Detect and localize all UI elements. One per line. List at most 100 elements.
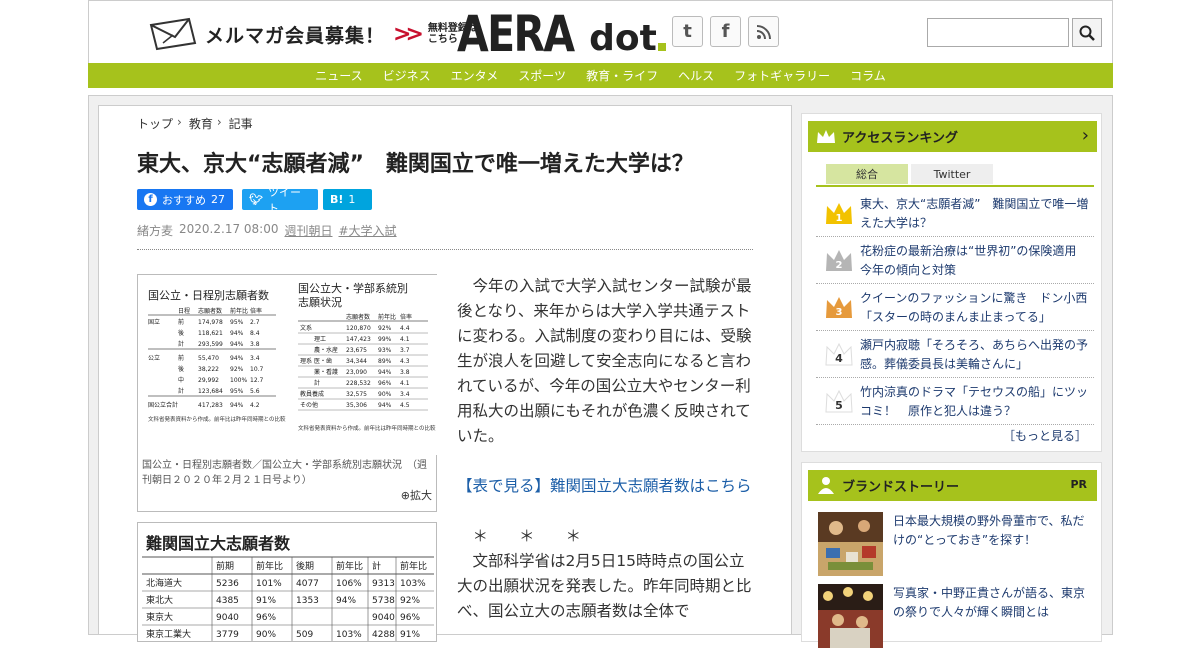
table-cell: 23,675 bbox=[346, 347, 367, 354]
search-input[interactable] bbox=[927, 18, 1069, 47]
figure-1-caption: 国公立・日程別志願者数／国公立大・学部系統別志願状況 （週刊朝日２０２０年２月２… bbox=[142, 460, 427, 486]
article-container: トップ › 教育 › 記事 東大、京大“志願者減” 難関国立で唯一増えた大学は？ f… bbox=[98, 105, 792, 642]
search-button[interactable] bbox=[1072, 18, 1102, 47]
ranking-item[interactable]: 3 クイーンのファッションに驚き ドン小西「スターの時のまんま止まってる」 bbox=[816, 284, 1094, 331]
nav-photo-gallery[interactable]: フォトギャラリー bbox=[724, 67, 840, 84]
table-cell: 5.6 bbox=[250, 388, 260, 395]
table-group-label: 理系 bbox=[300, 357, 312, 365]
hatena-bookmark-button[interactable]: B! 1 bbox=[323, 189, 372, 210]
table-cell: 北海道大 bbox=[146, 577, 182, 589]
paragraph-2: 文部科学省は2月5日15時時点の国公立大の出願状況を発表した。昨年同時期と比べ、… bbox=[457, 552, 752, 620]
more-link[interactable]: ［もっと見る］ bbox=[1003, 427, 1087, 444]
ranking-item[interactable]: 5 竹内涼真のドラマ「テセウスの船」にツッコミ！ 原作と犯人は違う？ bbox=[816, 378, 1094, 425]
table-cell: 120,870 bbox=[346, 325, 371, 332]
table-header-cell: 前期 bbox=[216, 560, 234, 572]
table-cell: 公立 bbox=[148, 354, 160, 362]
svg-text:文科省発表資料から作成。前年比は昨年同時期との比較: 文科省発表資料から作成。前年比は昨年同時期との比較 bbox=[298, 424, 436, 432]
table-link[interactable]: 【表で見る】難関国立大志願者数はこちら bbox=[457, 477, 752, 495]
brand-item[interactable]: 写真家・中野正貴さんが語る、東京の祭りで人々が輝く瞬間とは bbox=[818, 584, 1098, 648]
table-cell: 4288 bbox=[372, 630, 395, 640]
source-link[interactable]: 週刊朝日 bbox=[284, 222, 332, 239]
nav-sports[interactable]: スポーツ bbox=[508, 67, 576, 84]
tag-link[interactable]: #大学入試 bbox=[339, 222, 397, 239]
table-header-cell: 前年比 bbox=[230, 307, 248, 315]
tweet-button[interactable]: 🐦︎ ツイート bbox=[242, 186, 318, 215]
tab-underline bbox=[816, 185, 1094, 187]
table-cell: 96% bbox=[256, 613, 276, 623]
table-cell: 計 bbox=[178, 387, 184, 395]
tab-all[interactable]: 総合 bbox=[826, 164, 908, 184]
breadcrumb: トップ › 教育 › 記事 bbox=[137, 115, 253, 132]
brand-item[interactable]: 日本最大規模の野外骨董市で、私だけの“とっておき”を探す！ bbox=[818, 512, 1098, 576]
table-cell: 農・水産 bbox=[314, 346, 338, 354]
mailmag-banner[interactable]: メルマガ会員募集！ >> 無料登録は こちら bbox=[149, 15, 478, 53]
table-cell: 9313 bbox=[372, 579, 395, 589]
table-cell: 4.1 bbox=[400, 336, 410, 343]
logo-dot: dot bbox=[589, 18, 657, 59]
table-cell: 90% bbox=[256, 630, 276, 640]
table-cell: 174,978 bbox=[198, 319, 223, 326]
table-cell: 106% bbox=[336, 579, 362, 589]
site-logo[interactable]: AERA dot bbox=[457, 7, 666, 59]
table-cell: 12.7 bbox=[250, 377, 264, 384]
breadcrumb-top[interactable]: トップ bbox=[137, 115, 173, 132]
table-cell: 中 bbox=[178, 376, 184, 384]
twitter-icon[interactable]: t bbox=[672, 16, 703, 47]
figure-1[interactable]: 国公立・日程別志願者数 日程 志願者数 前年比 倍率 国立前 174,978 95% 2.7 後… bbox=[137, 274, 438, 512]
nav-news[interactable]: ニュース bbox=[305, 67, 372, 84]
nav-entame[interactable]: エンタメ bbox=[441, 67, 509, 84]
table-cell: 55,470 bbox=[198, 355, 219, 362]
table-cell: 計 bbox=[314, 379, 320, 387]
table-header-cell: 倍率 bbox=[400, 313, 412, 321]
table-cell: 94% bbox=[230, 330, 244, 337]
table-cell: 95% bbox=[230, 388, 244, 395]
table-header-cell: 倍率 bbox=[250, 307, 262, 315]
brand-thumbnail bbox=[818, 584, 883, 648]
magnifier-plus-icon: ⊕ bbox=[400, 489, 410, 502]
ranking-item[interactable]: 1 東大、京大“志願者減” 難関国立で唯一増えた大学は？ bbox=[816, 190, 1094, 237]
table-cell: 99% bbox=[378, 336, 392, 343]
table-cell: 3.4 bbox=[250, 355, 260, 362]
table-cell: 3.8 bbox=[250, 341, 260, 348]
table-header-cell: 前年比 bbox=[400, 560, 427, 572]
person-icon bbox=[818, 477, 834, 494]
table-cell: 23,090 bbox=[346, 369, 367, 376]
figure-2[interactable]: 難関国立大志願者数 前期 前年比 後期 前年比計前年比 北海道大 5236 101% 4077… bbox=[137, 522, 437, 642]
logo-aera: AERA bbox=[457, 5, 575, 63]
facebook-icon[interactable]: f bbox=[710, 16, 741, 47]
table-cell: 100% bbox=[230, 377, 247, 384]
ranking-item[interactable]: 4 瀬戸内寂聴「そろそろ、あちらへ出発の予感。葬儀委員長は美輪さんに」 bbox=[816, 331, 1094, 378]
search-icon bbox=[1079, 25, 1095, 41]
nav-education-life[interactable]: 教育・ライフ bbox=[576, 67, 668, 84]
breadcrumb-education[interactable]: 教育 bbox=[189, 115, 213, 132]
table-header-cell: 日程 bbox=[178, 307, 190, 315]
chevron-right-icon: › bbox=[216, 115, 222, 129]
table-cell: 3.7 bbox=[400, 347, 410, 354]
table-header-cell: 志願者数 bbox=[198, 307, 222, 315]
table-cell: 417,283 bbox=[198, 402, 223, 409]
facebook-recommend-button[interactable]: f おすすめ 27 bbox=[137, 189, 233, 210]
table-cell: 10.7 bbox=[250, 366, 264, 373]
table-cell: 8.4 bbox=[250, 330, 260, 337]
ranking-item[interactable]: 2 花粉症の最新治療は“世界初”の保険適用 今年の傾向と対策 bbox=[816, 237, 1094, 284]
site-header: メルマガ会員募集！ >> 無料登録は こちら AERA dot t f bbox=[88, 0, 1113, 63]
table-cell: 4.3 bbox=[400, 358, 410, 365]
svg-text:志願状況: 志願状況 bbox=[298, 295, 342, 309]
separator: ＊ ＊ ＊ bbox=[472, 527, 582, 545]
nav-column[interactable]: コラム bbox=[840, 67, 896, 84]
table-cell: 1353 bbox=[296, 596, 319, 606]
tab-twitter[interactable]: Twitter bbox=[911, 164, 993, 184]
nav-business[interactable]: ビジネス bbox=[373, 67, 441, 84]
table-cell: 文系 bbox=[300, 324, 312, 332]
table-header-cell: 計 bbox=[372, 560, 381, 572]
access-ranking-header[interactable]: アクセスランキング › bbox=[808, 121, 1097, 152]
rss-icon[interactable] bbox=[748, 16, 779, 47]
table-cell: 94% bbox=[230, 341, 244, 348]
table-cell: 94% bbox=[378, 402, 392, 409]
zoom-button[interactable]: ⊕拡大 bbox=[401, 487, 432, 503]
table-cell: 103% bbox=[400, 579, 426, 589]
table-cell: 薬・看護 bbox=[314, 368, 338, 376]
nav-health[interactable]: ヘルス bbox=[668, 67, 724, 84]
table-cell: 32,575 bbox=[346, 391, 367, 398]
table-cell: 91% bbox=[400, 630, 420, 640]
